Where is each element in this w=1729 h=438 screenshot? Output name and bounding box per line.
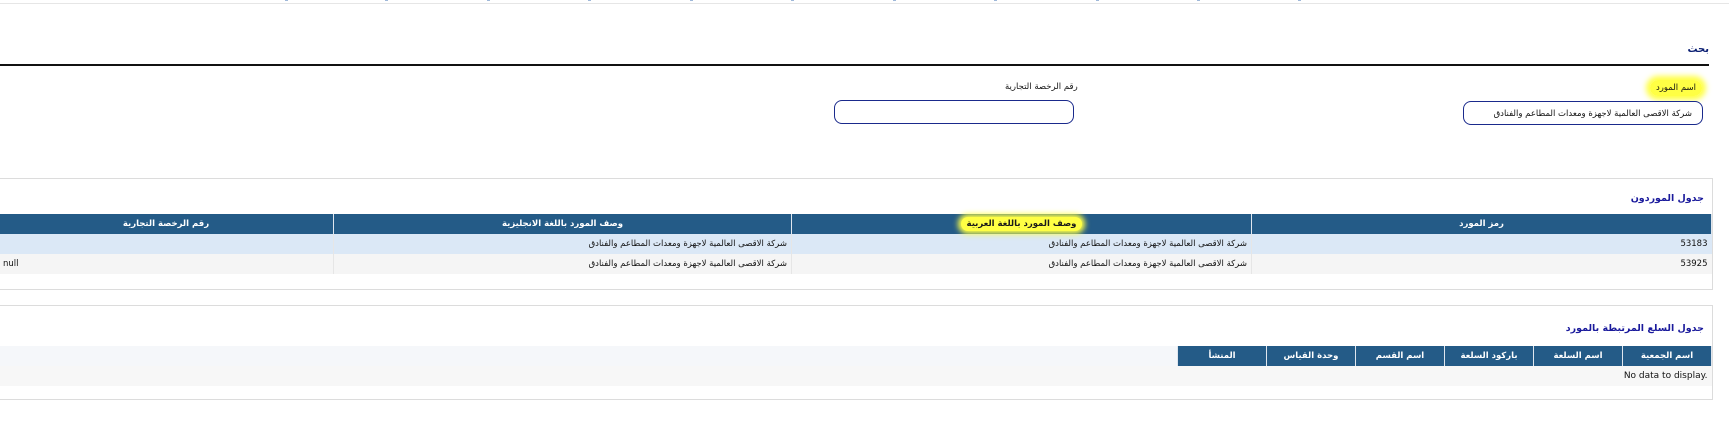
header-filler [0,346,1178,366]
supplier-name-label-text: اسم المورد [1650,80,1702,96]
col-desc-ar[interactable]: وصف المورد باللغة العربية [791,214,1252,234]
cell-desc-ar: شركة الاقصى العالمية لاجهزة ومعدات المطا… [791,254,1252,274]
col-association[interactable]: اسم الجمعية [1622,346,1712,366]
suppliers-table-title: جدول الموردون [1630,193,1704,204]
supplier-name-label: اسم المورد [1650,80,1702,96]
col-unit[interactable]: وحدة القياس [1266,346,1356,366]
cell-desc-ar: شركة الاقصى العالمية لاجهزة ومعدات المطا… [791,234,1252,254]
suppliers-panel: جدول الموردون رمز المورد وصف المورد بالل… [0,178,1713,290]
col-origin[interactable]: المنشأ [1177,346,1267,366]
cell-desc-en: شركة الاقصى العالمية لاجهزة ومعدات المطا… [333,234,792,254]
cell-license: null [0,254,334,274]
no-data-text: No data to display. [1623,371,1708,381]
table-row[interactable]: 53183 شركة الاقصى العالمية لاجهزة ومعدات… [0,234,1712,254]
cell-license [0,234,334,254]
col-item-name[interactable]: اسم السلعة [1533,346,1623,366]
col-barcode[interactable]: باركود السلعة [1444,346,1534,366]
col-desc-en[interactable]: وصف المورد باللغة الانجليزية [333,214,792,234]
license-label: رقم الرخصة التجارية [1005,82,1078,92]
license-input[interactable] [834,100,1074,124]
search-section-title: بحث [1687,44,1709,55]
section-divider [0,64,1709,66]
col-license[interactable]: رقم الرخصة التجارية [0,214,334,234]
cell-desc-en: شركة الاقصى العالمية لاجهزة ومعدات المطا… [333,254,792,274]
items-table-title: جدول السلع المرتبطة بالمورد [1565,323,1704,334]
col-supplier-code[interactable]: رمز المورد [1251,214,1712,234]
items-table: اسم الجمعية اسم السلعة باركود السلعة اسم… [0,346,1712,386]
top-border [0,0,1729,4]
no-data-message: No data to display. [0,366,1712,386]
supplier-name-input[interactable]: شركة الاقصى العالمية لاجهزة ومعدات المطا… [1463,101,1703,125]
col-department[interactable]: اسم القسم [1355,346,1445,366]
cell-code: 53925 [1251,254,1712,274]
suppliers-table: رمز المورد وصف المورد باللغة العربية وصف… [0,214,1712,274]
cell-code: 53183 [1251,234,1712,254]
items-panel: جدول السلع المرتبطة بالمورد اسم الجمعية … [0,305,1713,400]
table-row[interactable]: 53925 شركة الاقصى العالمية لاجهزة ومعدات… [0,254,1712,274]
col-desc-ar-label: وصف المورد باللغة العربية [960,217,1083,231]
